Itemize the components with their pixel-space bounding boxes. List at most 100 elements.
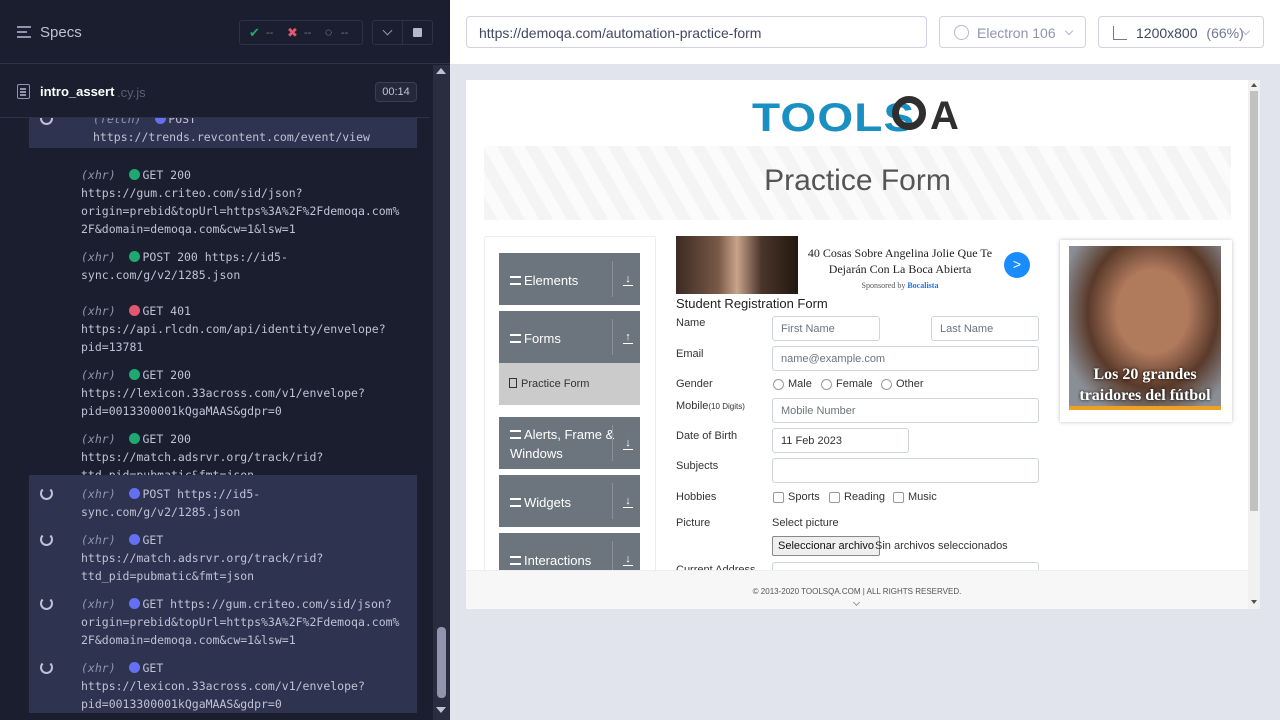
status-dot-icon [155,118,167,124]
subjects-input[interactable] [772,458,1039,483]
passed-count: -- [266,27,274,39]
footer-text: © 2013-2020 TOOLSQA.COM | ALL RIGHTS RES… [752,587,962,596]
request-type: (xhr) [81,487,130,501]
scroll-down-icon[interactable] [1251,600,1257,604]
side-ad[interactable]: Los 20 grandes traidores del fútbol [1060,240,1232,422]
gender-other-radio[interactable]: Other [881,378,924,390]
status-dot-icon [129,433,141,444]
ad-go-button[interactable]: > [1004,252,1030,278]
mobile-input[interactable]: Mobile Number [772,398,1039,423]
menu-group-forms[interactable]: Forms ↑ [499,311,640,363]
scrollbar-track[interactable] [433,65,450,720]
request-type: (xhr) [81,368,130,382]
scroll-up-icon[interactable] [1251,83,1257,87]
last-name-input[interactable]: Last Name [931,316,1039,341]
scrollbar-thumb[interactable] [437,627,446,698]
file-icon [17,84,30,99]
toolsqa-logo[interactable]: TOOLS A [752,90,972,140]
pending-count: -- [341,27,349,39]
command-log-entry[interactable]: (xhr) GET https://match.adsrvr.org/track… [29,521,417,585]
hobby-sports-checkbox[interactable]: Sports [773,491,820,503]
viewport-scale: (66%) [1206,25,1244,41]
command-log-entry[interactable]: (xhr) GET 200 https://lexicon.33across.c… [29,356,417,420]
aut-scrollbar[interactable] [1248,80,1260,609]
hobby-music-checkbox[interactable]: Music [893,491,937,503]
request-url: https://lexicon.33across.com/v1/envelope… [81,679,365,711]
command-log-text: (xhr) GET 200 https://gum.criteo.com/sid… [81,166,416,238]
dob-label: Date of Birth [676,430,738,442]
command-log-entry[interactable]: (xhr) POST 200 https://id5- sync.com/g/v… [29,238,417,292]
gender-male-radio[interactable]: Male [773,378,812,390]
menu-group-label: Widgets [510,493,571,512]
chevron-down-icon[interactable] [852,598,861,607]
aut-panel: https://demoqa.com/automation-practice-f… [450,0,1280,720]
no-file-text: Sin archivos seleccionados [875,540,1008,552]
picture-label: Picture [676,517,711,529]
request-url: https://gum.criteo.com/sid/json? origin=… [81,186,400,236]
scroll-down-icon[interactable] [436,707,446,713]
request-type: (xhr) [81,661,130,675]
menu-group-elements[interactable]: Elements ↓ [499,253,640,305]
menu-item-practice-form[interactable]: Practice Form [499,363,640,405]
request-method: GET 200 [142,432,191,446]
url-bar[interactable]: https://demoqa.com/automation-practice-f… [466,16,927,48]
ad-sponsor: Sponsored by Bocalista [804,281,996,290]
hobby-reading-checkbox[interactable]: Reading [829,491,885,503]
specs-menu-icon[interactable] [17,26,31,38]
stop-icon[interactable] [403,20,433,45]
gender-female-radio[interactable]: Female [821,378,873,390]
command-log-entry[interactable]: (xhr) GET https://gum.criteo.com/sid/jso… [29,585,417,649]
aut-scrollbar-thumb[interactable] [1250,91,1258,511]
status-dot-icon [129,251,141,262]
scroll-up-icon[interactable] [436,68,446,74]
first-name-input[interactable]: First Name [772,316,880,341]
status-dot-icon [129,598,141,609]
dob-input[interactable]: 11 Feb 2023 [772,428,909,453]
browser-selector[interactable]: Electron 106 [939,16,1086,48]
specs-title[interactable]: Specs [40,24,82,41]
command-log-text: (fetch) POST https://trends.revcontent.c… [93,118,417,146]
command-log-entry[interactable]: (xhr) POST https://id5- sync.com/g/v2/12… [29,475,417,521]
hobbies-label: Hobbies [676,491,717,503]
ad-title: 40 Cosas Sobre Angelina Jolie Que Te Dej… [807,246,993,276]
request-type: (xhr) [81,168,130,182]
command-log-entry[interactable]: (xhr) GET 401 https://api.rlcdn.com/api/… [29,292,417,356]
loading-spinner-icon [40,597,53,610]
request-url: sync.com/g/v2/1285.json [81,268,241,282]
ad-sponsor-prefix: Sponsored by [861,281,908,290]
arrow-down-icon: ↓ [623,274,633,286]
viewport-selector[interactable]: 1200x800 (66%) [1098,16,1264,48]
viewport-size: 1200x800 [1136,25,1198,41]
request-url: https://trends.revcontent.com/event/view [93,130,370,144]
request-type: (xhr) [81,304,130,318]
file-upload-button[interactable]: Seleccionar archivo [772,536,880,556]
divider [612,483,613,519]
command-log-entry[interactable]: (fetch) POST https://trends.revcontent.c… [29,118,417,148]
email-input[interactable]: name@example.com [772,346,1039,371]
side-menu: Elements ↓ Forms ↑ Practice Form Alerts,… [484,236,656,596]
arrow-up-icon: ↑ [623,332,633,344]
request-type: (xhr) [81,533,130,547]
request-type: (fetch) [93,118,156,126]
command-log-text: (xhr) GET 200 https://lexicon.33across.c… [81,366,416,420]
arrow-down-icon: ↓ [623,496,633,508]
failed-count: -- [304,27,312,39]
menu-group-text: Interactions [524,553,592,568]
mobile-label-text: Mobile [676,400,709,412]
cypress-runner: Specs ✔ -- ✖ -- ◌ -- intro_assert .cy.js… [0,0,1280,720]
menu-group-alerts[interactable]: Alerts, Frame & Windows ↓ [499,417,640,469]
request-method: POST https://id5- [142,487,261,501]
ad-banner[interactable]: 40 Cosas Sobre Angelina Jolie Que Te Dej… [676,236,1040,294]
menu-group-label: Elements [510,271,578,290]
logo-a: A [930,94,959,138]
request-type: (xhr) [81,597,130,611]
command-log-entry[interactable]: (xhr) GET 200 https://match.adsrvr.org/t… [29,420,417,482]
command-log-entry[interactable]: (xhr) GET 200 https://gum.criteo.com/sid… [29,156,417,238]
form-title: Student Registration Form [676,296,828,311]
divider [612,261,613,297]
chevron-down-icon[interactable] [372,20,403,45]
spec-duration: 00:14 [375,82,417,102]
command-log-entry[interactable]: (xhr) GET https://lexicon.33across.com/v… [29,649,417,713]
spec-file-name[interactable]: intro_assert [40,84,114,99]
menu-group-widgets[interactable]: Widgets ↓ [499,475,640,527]
